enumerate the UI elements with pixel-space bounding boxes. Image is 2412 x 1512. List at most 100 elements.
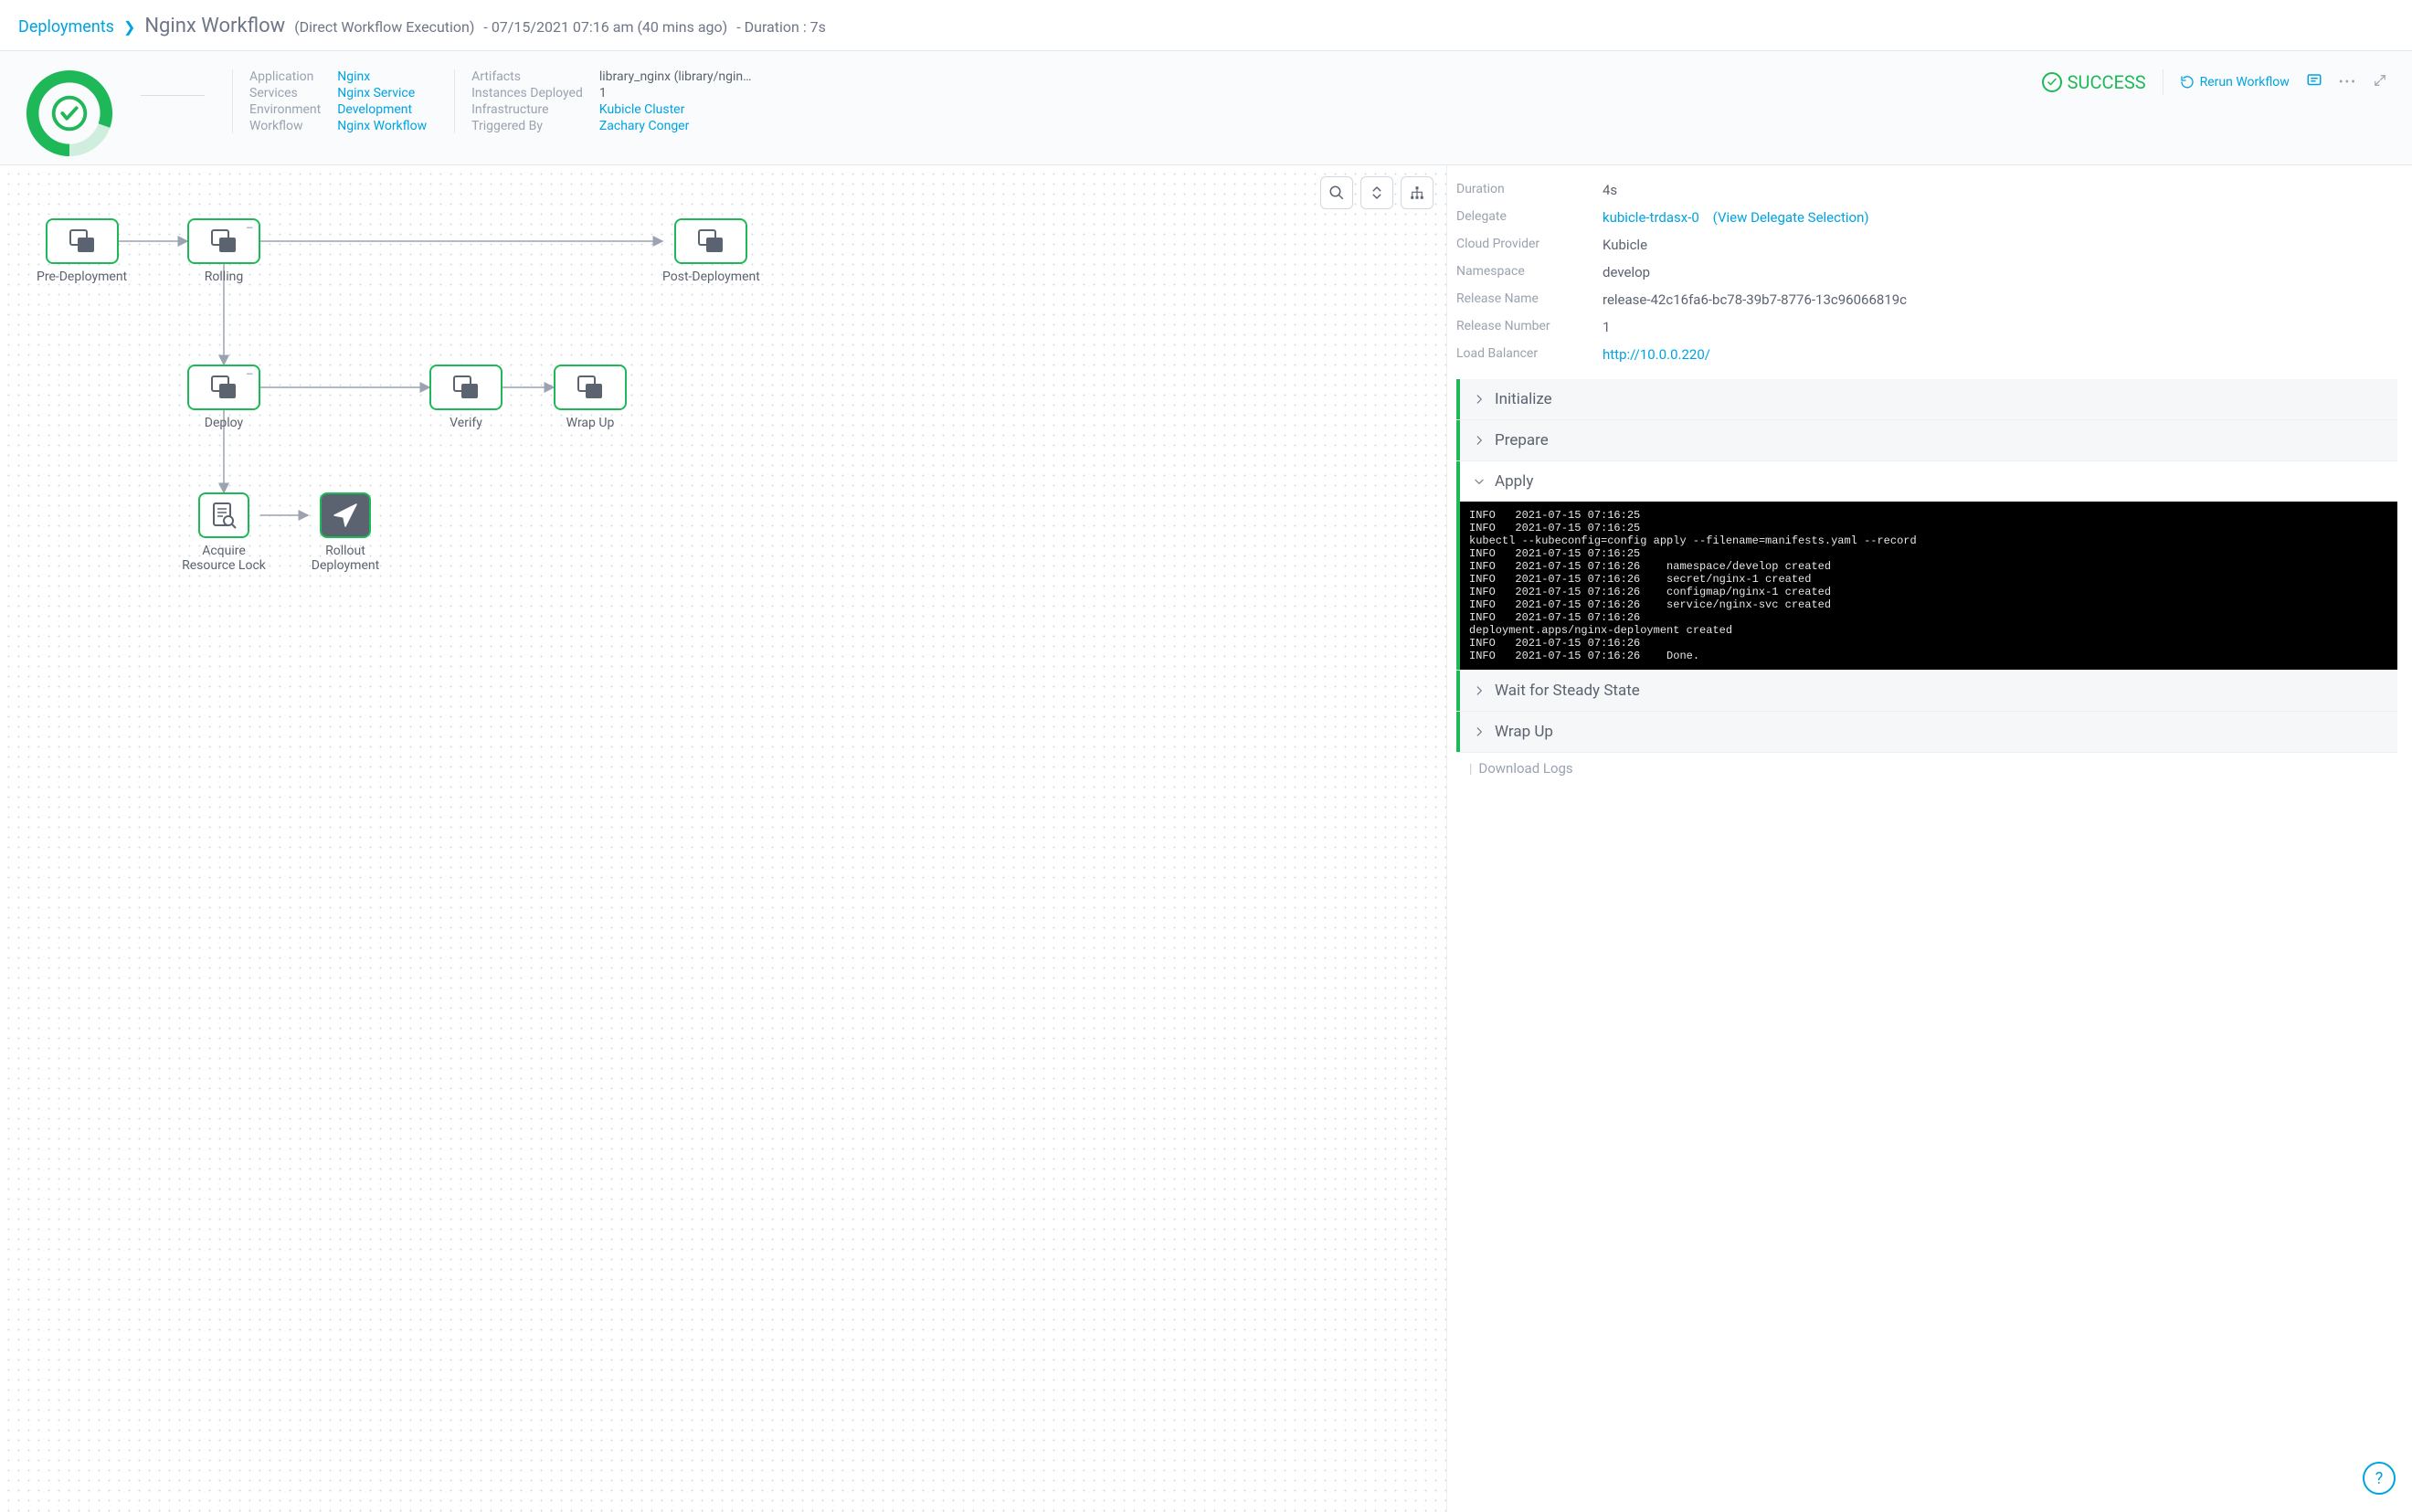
status-text: SUCCESS (2068, 71, 2146, 93)
label-application: Application (249, 69, 321, 84)
node-deploy[interactable]: — Deploy (187, 365, 260, 430)
label-workflow: Workflow (249, 119, 321, 133)
link-environment[interactable]: Development (337, 102, 427, 117)
timestamp: - 07/15/2021 07:16 am (40 mins ago) (483, 18, 727, 36)
detail-label: Cloud Provider (1456, 237, 1584, 253)
detail-label: Delegate (1456, 209, 1584, 226)
exec-type: (Direct Workflow Execution) (294, 18, 474, 36)
page-title: Nginx Workflow (144, 15, 285, 37)
detail-label: Load Balancer (1456, 346, 1584, 363)
phase-title: Initialize (1495, 390, 1552, 408)
divider: | (1469, 762, 1472, 777)
label-infrastructure: Infrastructure (471, 102, 583, 117)
link-application[interactable]: Nginx (337, 69, 427, 84)
label-artifacts: Artifacts (471, 69, 583, 84)
detail-value: Kubicle (1603, 237, 1647, 253)
detail-row-release-name: Release Name release-42c16fa6-bc78-39b7-… (1456, 286, 2397, 313)
comment-icon[interactable] (2306, 72, 2322, 92)
phase-apply[interactable]: Apply (1456, 461, 2397, 502)
apply-log[interactable]: INFO 2021-07-15 07:16:25 INFO 2021-07-15… (1456, 502, 2397, 670)
node-label: Rollout Deployment (302, 544, 388, 573)
stacked-squares-icon (575, 375, 606, 400)
node-label: Rolling (187, 270, 260, 284)
phase-initialize[interactable]: Initialize (1456, 379, 2397, 419)
help-button[interactable]: ? (2363, 1462, 2396, 1495)
details-pane: Duration 4s Delegate kubicle-trdasx-0 (V… (1447, 165, 2412, 1512)
node-acquire-lock[interactable]: Acquire Resource Lock (181, 492, 267, 573)
detail-row-release-number: Release Number 1 (1456, 313, 2397, 341)
divider (141, 95, 205, 96)
stacked-squares-icon (208, 228, 239, 254)
info-block-left: Application Services Environment Workflo… (232, 69, 427, 133)
status-donut (26, 69, 113, 157)
breadcrumb-root[interactable]: Deployments (18, 17, 114, 37)
label-environment: Environment (249, 102, 321, 117)
detail-label: Duration (1456, 182, 1584, 198)
detail-row-cloud: Cloud Provider Kubicle (1456, 231, 2397, 259)
phase-prepare[interactable]: Prepare (1456, 420, 2397, 460)
phase-wait-steady-state[interactable]: Wait for Steady State (1456, 671, 2397, 711)
download-logs-link[interactable]: Download Logs (1478, 760, 1572, 777)
collapse-icon: — (246, 224, 253, 234)
link-infrastructure[interactable]: Kubicle Cluster (599, 102, 752, 117)
node-pre-deployment[interactable]: Pre-Deployment (37, 218, 127, 284)
detail-value: 4s (1603, 182, 1617, 198)
chevron-right-icon (1473, 393, 1486, 406)
question-icon: ? (2375, 1469, 2384, 1488)
detail-row-load-balancer: Load Balancer http://10.0.0.220/ (1456, 341, 2397, 368)
success-check-icon (2042, 72, 2062, 92)
info-block-right: Artifacts Instances Deployed Infrastruct… (454, 69, 751, 133)
detail-row-delegate: Delegate kubicle-trdasx-0 (View Delegate… (1456, 204, 2397, 231)
summary-panel: Application Services Environment Workflo… (0, 51, 2412, 165)
stacked-squares-icon (695, 228, 726, 254)
phase-wrap-up[interactable]: Wrap Up (1456, 712, 2397, 752)
label-triggered: Triggered By (471, 119, 583, 133)
link-triggered[interactable]: Zachary Conger (599, 119, 752, 133)
val-instances: 1 (599, 86, 752, 100)
collapse-icon: — (246, 370, 253, 380)
detail-value: release-42c16fa6-bc78-39b7-8776-13c96066… (1603, 291, 1907, 308)
node-verify[interactable]: Verify (429, 365, 503, 430)
duration: - Duration : 7s (736, 18, 826, 36)
stacked-squares-icon (67, 228, 98, 254)
detail-row-duration: Duration 4s (1456, 176, 2397, 204)
rerun-icon (2180, 75, 2195, 90)
chevron-right-icon: ❯ (123, 18, 135, 36)
load-balancer-link[interactable]: http://10.0.0.220/ (1603, 346, 1710, 363)
delegate-link[interactable]: kubicle-trdasx-0 (1603, 209, 1699, 226)
phase-title: Wait for Steady State (1495, 682, 1640, 700)
phase-title: Apply (1495, 472, 1533, 491)
chevron-right-icon (1473, 725, 1486, 738)
phase-title: Prepare (1495, 431, 1549, 449)
rerun-label: Rerun Workflow (2200, 75, 2290, 90)
rerun-workflow-button[interactable]: Rerun Workflow (2180, 75, 2290, 90)
node-rollout-deployment[interactable]: Rollout Deployment (302, 492, 388, 573)
status-actions: SUCCESS Rerun Workflow ••• (2042, 69, 2386, 95)
detail-label: Release Name (1456, 291, 1584, 308)
expand-icon[interactable] (2374, 74, 2386, 90)
node-label: Pre-Deployment (37, 270, 127, 284)
send-icon (332, 502, 359, 529)
node-rolling[interactable]: — Rolling (187, 218, 260, 284)
workflow-graph[interactable]: Pre-Deployment — Rolling Post-Deployment… (0, 165, 1447, 1512)
more-icon[interactable]: ••• (2339, 75, 2357, 90)
stacked-squares-icon (208, 375, 239, 400)
status-badge: SUCCESS (2042, 71, 2146, 93)
link-workflow[interactable]: Nginx Workflow (337, 119, 427, 133)
main-split: Pre-Deployment — Rolling Post-Deployment… (0, 165, 2412, 1512)
node-post-deployment[interactable]: Post-Deployment (662, 218, 760, 284)
link-services[interactable]: Nginx Service (337, 86, 427, 100)
detail-label: Release Number (1456, 319, 1584, 335)
chevron-down-icon (1473, 475, 1486, 488)
stacked-squares-icon (450, 375, 481, 400)
detail-value: develop (1603, 264, 1650, 280)
node-label: Verify (429, 416, 503, 430)
node-wrap-up[interactable]: Wrap Up (554, 365, 627, 430)
detail-value: 1 (1603, 319, 1610, 335)
phase-title: Wrap Up (1495, 723, 1553, 741)
view-delegate-selection-link[interactable]: (View Delegate Selection) (1713, 209, 1869, 226)
breadcrumb: Deployments ❯ Nginx Workflow (Direct Wor… (0, 0, 2412, 51)
chevron-right-icon (1473, 434, 1486, 447)
label-services: Services (249, 86, 321, 100)
detail-label: Namespace (1456, 264, 1584, 280)
